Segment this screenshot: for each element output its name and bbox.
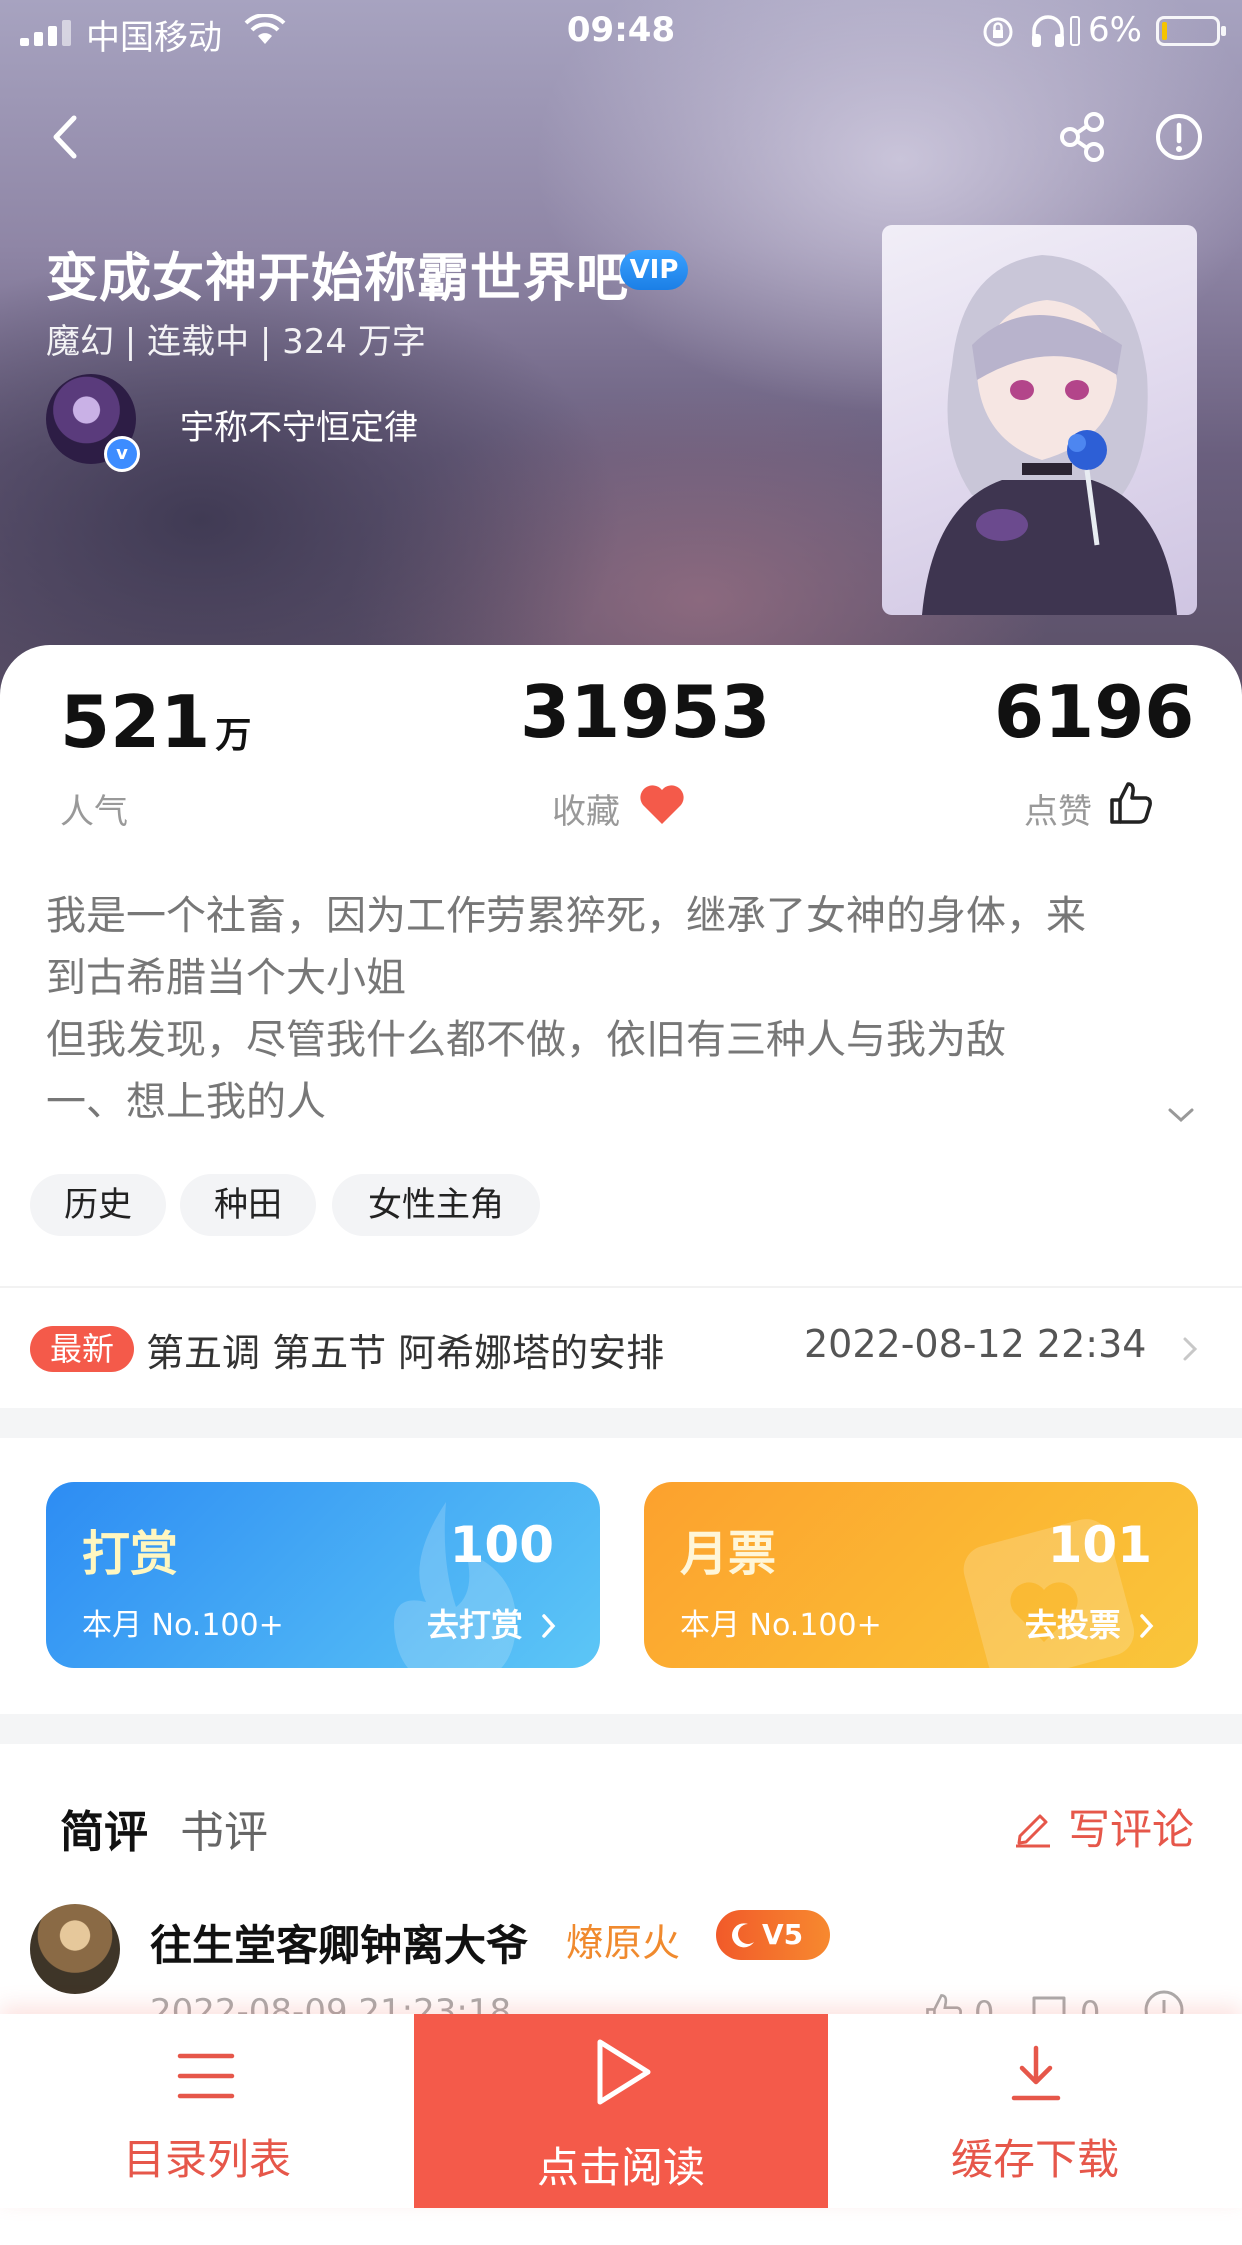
tab-book-review[interactable]: 书评 [180, 1796, 268, 1860]
write-review-button[interactable]: 写评论 [1068, 1796, 1194, 1857]
list-icon [177, 2053, 235, 2099]
favorites-label[interactable]: 收藏 [552, 784, 620, 833]
catalog-label: 目录列表 [122, 2135, 291, 2184]
popularity-unit: 万 [215, 715, 252, 756]
status-bar: 中国移动 09:48 6% [0, 0, 1242, 62]
pen-icon[interactable] [1012, 1806, 1054, 1848]
thumbs-up-icon[interactable] [1108, 780, 1154, 826]
heart-icon[interactable] [638, 782, 686, 826]
chevron-right-icon [1140, 1614, 1154, 1638]
book-title: 变成女神开始称霸世界吧 [46, 249, 630, 309]
tag-farming[interactable]: 种田 [180, 1174, 316, 1236]
book-description[interactable]: 我是一个社畜，因为工作劳累猝死，继承了女神的身体，来 到古希腊当个大小姐 但我发… [46, 885, 1196, 1133]
popularity-value: 521 [60, 680, 211, 764]
monthly-ticket-rank: 本月 No.100+ [680, 1608, 882, 1643]
reviewer-rank: 燎原火 [566, 1921, 681, 1965]
reviewer-name[interactable]: 往生堂客卿钟离大爷 [150, 1912, 528, 1973]
monthly-ticket-action-label: 去投票 [1024, 1606, 1121, 1644]
catalog-button[interactable]: 目录列表 [0, 2014, 414, 2208]
report-icon[interactable] [1144, 102, 1214, 172]
reviewer-level-badge: V5 [716, 1910, 830, 1960]
read-label: 点击阅读 [536, 2143, 705, 2192]
read-button[interactable]: 点击阅读 [414, 2014, 828, 2208]
latest-badge: 最新 [30, 1326, 134, 1372]
favorites-value: 31953 [520, 670, 771, 754]
chevron-right-icon [542, 1614, 556, 1638]
description-line: 但我发现，尽管我什么都不做，依旧有三种人与我为敌 [46, 1017, 1006, 1063]
tag-history[interactable]: 历史 [30, 1174, 166, 1236]
latest-chapter-title[interactable]: 第五调 第五节 阿希娜塔的安排 [146, 1322, 664, 1377]
description-line: 到古希腊当个大小姐 [46, 955, 406, 1001]
reward-action-label: 去打赏 [426, 1606, 523, 1644]
book-meta: 魔幻 | 连载中 | 324 万字 [46, 322, 426, 362]
rotation-lock-icon [983, 17, 1013, 47]
download-icon [1011, 2045, 1061, 2101]
vip-badge: VIP [620, 250, 688, 290]
monthly-ticket-title: 月票 [680, 1526, 777, 1582]
verified-badge: v [104, 436, 140, 472]
play-icon [597, 2039, 651, 2105]
expand-chevron-icon[interactable] [1166, 1100, 1196, 1130]
monthly-ticket-action[interactable]: 去投票 [1025, 1600, 1156, 1646]
download-label: 缓存下载 [950, 2135, 1119, 2184]
reward-count: 100 [449, 1516, 554, 1574]
battery-percent: 6% [1088, 10, 1142, 50]
description-line: 一、想上我的人 [46, 1079, 326, 1125]
reviewer-level: V5 [762, 1918, 804, 1951]
stat-popularity: 521 万 [60, 680, 251, 764]
monthly-ticket-count: 101 [1047, 1516, 1152, 1574]
battery-small-icon [1070, 16, 1080, 46]
cover-illustration [922, 255, 1177, 615]
reviewer-avatar[interactable] [30, 1904, 120, 1994]
section-gap [0, 1408, 1242, 1438]
latest-chapter-time: 2022-08-12 22:34 [804, 1322, 1147, 1366]
reward-rank: 本月 No.100+ [82, 1608, 284, 1643]
back-icon[interactable] [30, 102, 100, 172]
tab-short-review[interactable]: 简评 [60, 1796, 148, 1860]
popularity-label: 人气 [60, 792, 128, 832]
divider [0, 1286, 1242, 1288]
download-button[interactable]: 缓存下载 [828, 2014, 1242, 2208]
monthly-ticket-card[interactable]: 月票 101 本月 No.100+ 去投票 [644, 1482, 1198, 1668]
moon-icon [732, 1923, 754, 1948]
chevron-right-icon [1183, 1337, 1198, 1361]
tag-female-lead[interactable]: 女性主角 [332, 1174, 540, 1236]
book-cover[interactable] [882, 225, 1197, 615]
share-icon[interactable] [1048, 102, 1118, 172]
headphones-icon [1032, 15, 1064, 47]
author-name[interactable]: 宇称不守恒定律 [180, 400, 418, 449]
battery-icon [1156, 16, 1226, 46]
reward-card[interactable]: 打赏 100 本月 No.100+ 去打赏 [46, 1482, 600, 1668]
likes-label[interactable]: 点赞 [1024, 784, 1092, 833]
section-gap [0, 1714, 1242, 1744]
reward-action[interactable]: 去打赏 [427, 1600, 558, 1646]
reward-title: 打赏 [82, 1526, 179, 1582]
description-line: 我是一个社畜，因为工作劳累猝死，继承了女神的身体，来 [46, 893, 1086, 939]
likes-value: 6196 [994, 670, 1195, 754]
